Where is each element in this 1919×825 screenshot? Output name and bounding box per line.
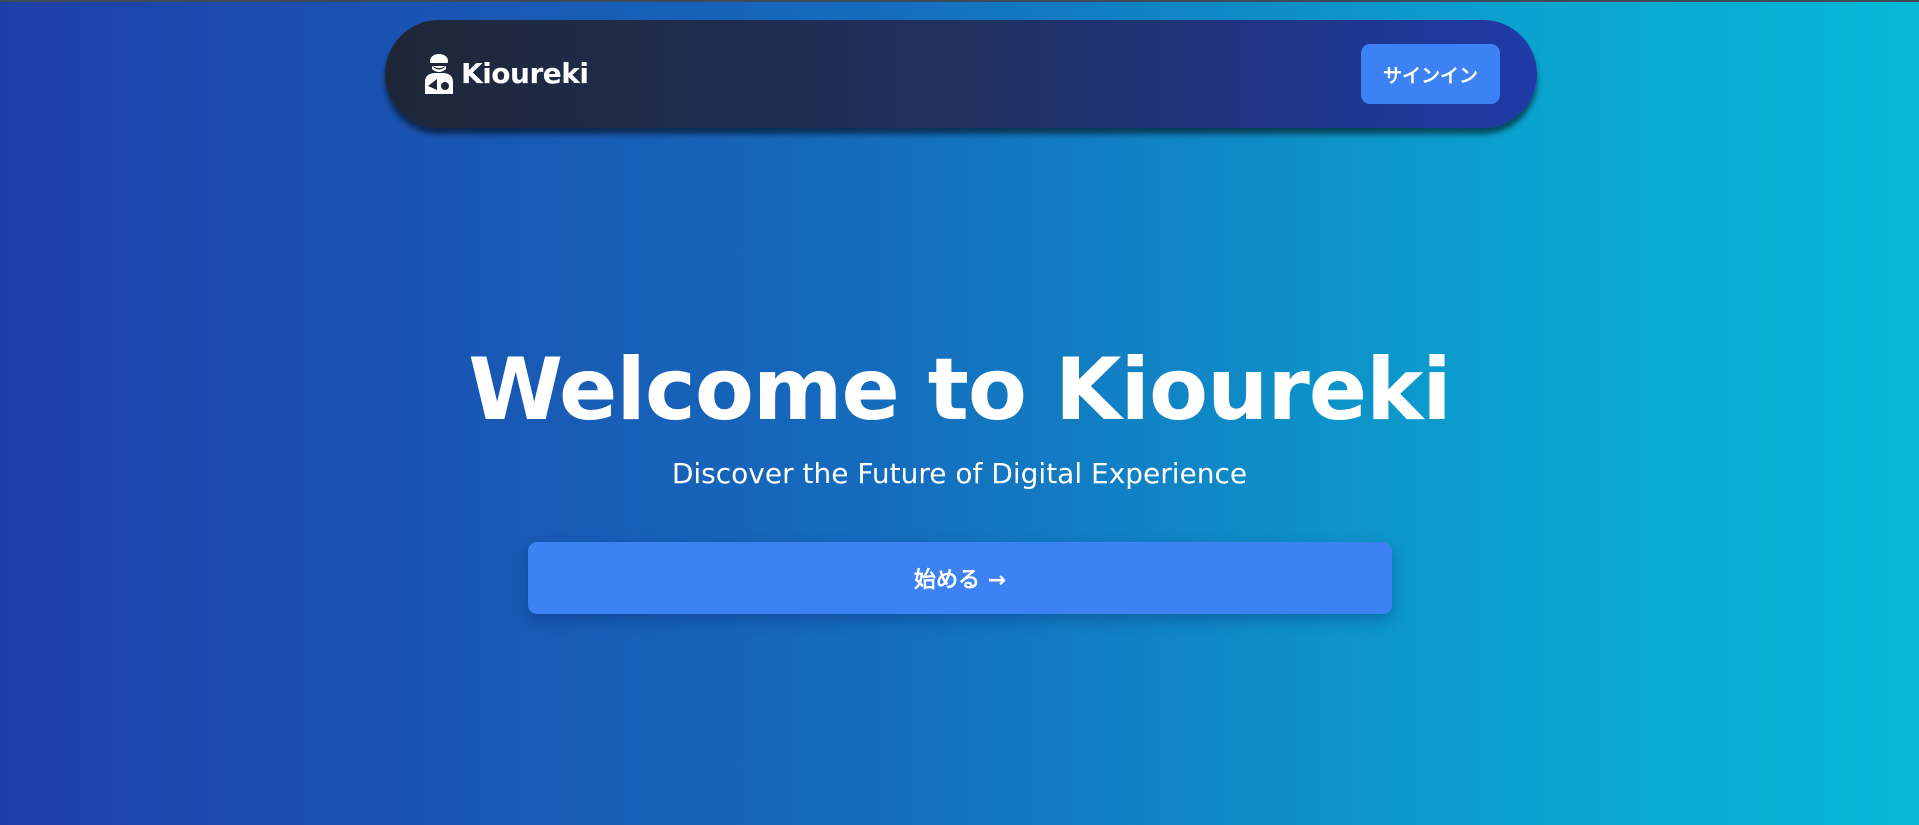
brand[interactable]: Kioureki bbox=[421, 50, 589, 96]
brand-name: Kioureki bbox=[461, 56, 589, 90]
get-started-button[interactable]: 始める → bbox=[528, 542, 1392, 614]
navbar: Kioureki サインイン bbox=[385, 20, 1537, 128]
signin-button[interactable]: サインイン bbox=[1361, 44, 1500, 104]
hero-subtitle: Discover the Future of Digital Experienc… bbox=[671, 457, 1248, 490]
top-border bbox=[0, 0, 1919, 2]
worker-icon bbox=[425, 54, 453, 94]
hero-title: Welcome to Kioureki bbox=[468, 340, 1452, 440]
